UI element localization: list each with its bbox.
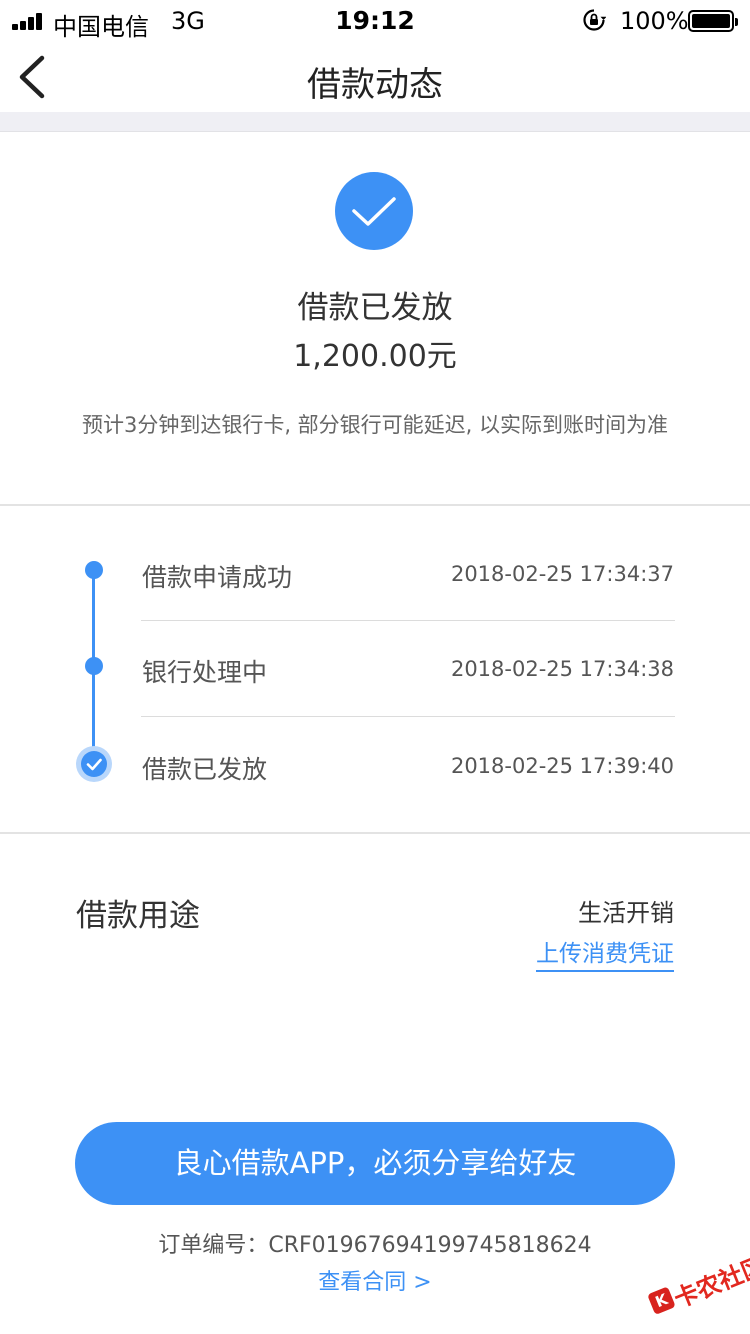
arrival-note: 预计3分钟到达银行卡, 部分银行可能延迟, 以实际到账时间为准	[81, 413, 669, 437]
rotation-lock-icon	[583, 9, 606, 31]
divider	[0, 832, 750, 834]
timeline-step-time: 2018-02-25 17:39:40	[450, 754, 674, 778]
watermark-logo: K 卡农社区	[643, 1248, 750, 1326]
loan-status-title: 借款已发放	[297, 290, 453, 326]
view-contract-link[interactable]: 查看合同 >	[0, 1264, 750, 1296]
share-button[interactable]: 良心借款APP，必须分享给好友	[75, 1122, 675, 1205]
timeline-step-label: 银行处理中	[142, 658, 268, 687]
upload-receipt-link[interactable]: 上传消费凭证	[536, 934, 674, 972]
purpose-label: 借款用途	[76, 898, 200, 934]
timeline-step-time: 2018-02-25 17:34:37	[450, 562, 674, 586]
timeline-step-time: 2018-02-25 17:34:38	[450, 657, 674, 681]
timeline-dot	[85, 657, 103, 675]
purpose-value: 生活开销	[578, 899, 674, 927]
status-bar: 中国电信 3G 19:12 100%	[0, 0, 750, 41]
timeline-dot	[85, 561, 103, 579]
divider	[0, 504, 750, 506]
timeline-step-label: 借款申请成功	[142, 563, 293, 592]
check-icon	[76, 746, 112, 782]
section-band	[0, 112, 750, 132]
check-circle-icon	[335, 172, 413, 250]
loan-amount: 1,200.00元	[293, 339, 457, 374]
timeline-separator	[141, 716, 675, 717]
nav-bar: 借款动态	[0, 40, 750, 112]
page-title: 借款动态	[307, 65, 443, 105]
timeline-step-label: 借款已发放	[142, 755, 268, 784]
battery-icon	[688, 10, 738, 32]
timeline-separator	[141, 620, 675, 621]
battery-percent: 100%	[620, 7, 689, 35]
order-number: 订单编号：CRF01967694199745818624	[158, 1233, 592, 1258]
